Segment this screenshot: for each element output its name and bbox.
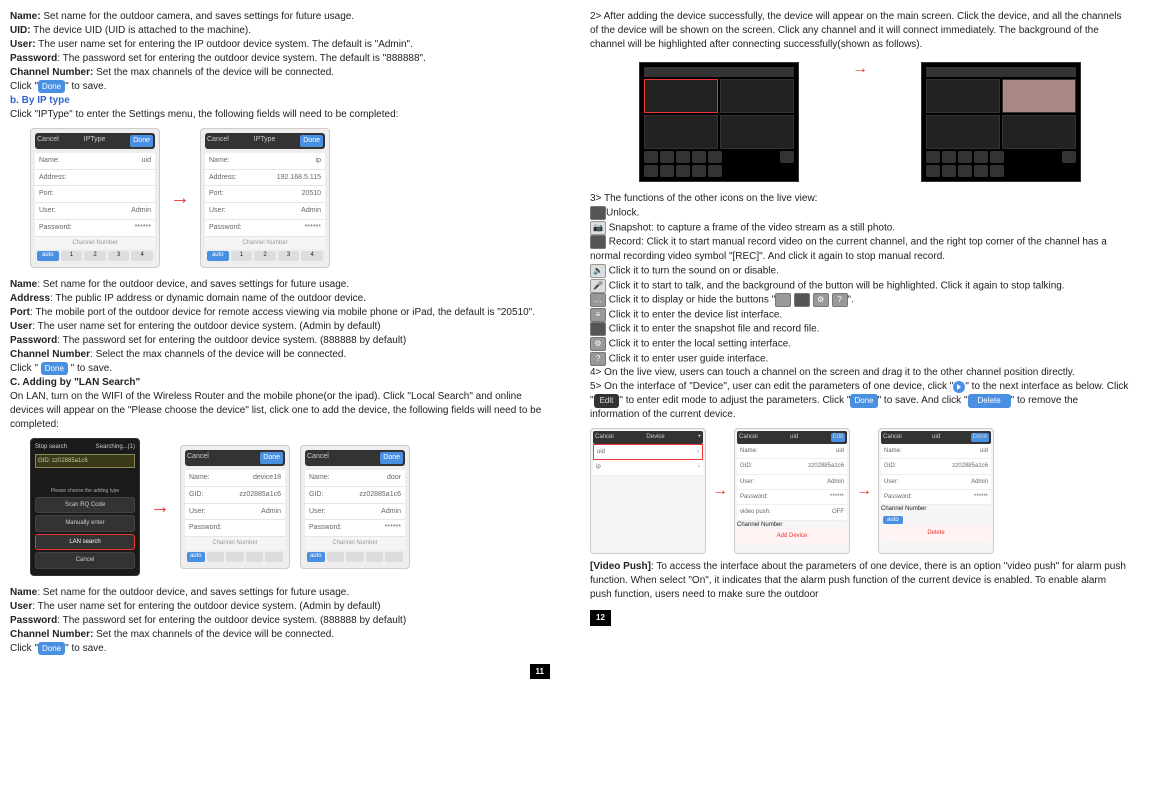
setting-line: ⚙ Click it to enter the local setting in… [590,337,1130,352]
iptype-screenshots: CancelIPTypeDone Name:uid Address: Port:… [30,128,550,268]
para-user: User: The user name set for entering the… [10,38,550,52]
para-password: Password: The password set for entering … [10,52,550,66]
device-edit-panel: CanceluidDone Name:uid GID:zz02885a1c6 U… [878,428,994,554]
para-password3: Password: The password set for entering … [10,614,550,628]
delete-icon: Delete [968,394,1011,407]
para-channel3: Channel Number: Set the max channels of … [10,628,550,642]
para-iptype-intro: Click "IPType" to enter the Settings men… [10,108,550,122]
arrow-icon: → [170,184,190,212]
para-channel: Channel Number: Set the max channels of … [10,66,550,80]
display-line: … Click it to display or hide the button… [590,293,1130,308]
para-address: Address: The public IP address or dynami… [10,292,550,306]
para-3: 3> The functions of the other icons on t… [590,192,1130,206]
edit-icon: Edit [594,394,620,407]
para-click-save3: Click "Done" to save. [10,642,550,656]
para-channel2: Channel Number: Select the max channels … [10,348,550,362]
camera-icon: 📷 [590,221,606,235]
para-lan-intro: On LAN, turn on the WIFI of the Wireless… [10,390,550,432]
done-icon: Done [38,642,65,655]
arrow-icon: → [150,493,170,521]
done-icon: Done [38,80,65,93]
folder-icon [794,293,810,307]
snapshot-line: 📷 Snapshot: to capture a frame of the vi… [590,221,1130,236]
device-screenshots: CancelDevice+ uid› ip› → CanceluidEdit N… [590,428,1130,554]
done-icon: Done [41,362,68,375]
para-click-save2: Click " Done " to save. [10,362,550,376]
help-icon: ? [590,352,606,366]
list-icon [775,293,791,307]
help-icon: ? [832,293,848,307]
talk-line: 🎤 Click it to start to talk, and the bac… [590,279,1130,294]
live-view-grid-2 [921,62,1081,182]
folder-icon [590,322,606,336]
para-name3: Name: Set name for the outdoor device, a… [10,586,550,600]
lan-screenshots: Stop searchSearching...(1) GID: zz02885a… [30,438,550,575]
gear-icon: ⚙ [590,337,606,351]
sound-line: 🔈 Click it to turn the sound on or disab… [590,264,1130,279]
list-line: ≡ Click it to enter the device list inte… [590,308,1130,323]
page-number-12: 12 [590,610,611,625]
unlock-line: Unlock. [590,206,1130,221]
unlock-icon [590,206,606,220]
record-line: Record: Click it to start manual record … [590,235,1130,264]
heading-c-lan: C. Adding by "LAN Search" [10,376,550,390]
iptype-panel-2: CancelIPTypeDone Name:ip Address:192.168… [200,128,330,268]
para-2: 2> After adding the device successfully,… [590,10,1130,52]
more-icon: … [590,293,606,307]
lan-panel-2: CancelDone Name:device18 GID:zz02885a1c6… [180,445,290,568]
para-click-save: Click "Done" to save. [10,80,550,94]
arrow-icon: → [852,58,868,80]
page-12: 2> After adding the device successfully,… [590,10,1130,679]
file-line: Click it to enter the snapshot file and … [590,322,1130,337]
para-uid: UID: The device UID (UID is attached to … [10,24,550,38]
page-11: Name: Set name for the outdoor camera, a… [10,10,550,679]
heading-b-iptype: b. By IP type [10,94,550,108]
live-view-grid-1 [639,62,799,182]
para-video-push: [Video Push]: To access the interface ab… [590,560,1130,602]
record-icon [590,235,606,249]
lan-panel-3: CancelDone Name:door GID:zz02885a1c6 Use… [300,445,410,568]
device-list-panel: CancelDevice+ uid› ip› [590,428,706,554]
para-user3: User: The user name set for entering the… [10,600,550,614]
para-name2: Name: Set name for the outdoor device, a… [10,278,550,292]
para-password2: Password: The password set for entering … [10,334,550,348]
help-line: ? Click it to enter user guide interface… [590,352,1130,367]
para-user2: User: The user name set for entering the… [10,320,550,334]
para-4: 4> On the live view, users can touch a c… [590,366,1130,380]
arrow-icon: → [712,480,728,502]
list-icon: ≡ [590,308,606,322]
arrow-circle-icon [953,381,965,393]
device-detail-panel: CanceluidEdit Name:uid GID:zz02885a1c6 U… [734,428,850,554]
para-name: Name: Set name for the outdoor camera, a… [10,10,550,24]
para-port: Port: The mobile port of the outdoor dev… [10,306,550,320]
lan-search-panel: Stop searchSearching...(1) GID: zz02885a… [30,438,140,575]
sound-icon: 🔈 [590,264,606,278]
gear-icon: ⚙ [813,293,829,307]
mic-icon: 🎤 [590,279,606,293]
arrow-icon: → [856,480,872,502]
done-icon: Done [850,394,877,407]
page-number-11: 11 [530,664,550,679]
para-5: 5> On the interface of "Device", user ca… [590,380,1130,422]
iptype-panel-1: CancelIPTypeDone Name:uid Address: Port:… [30,128,160,268]
